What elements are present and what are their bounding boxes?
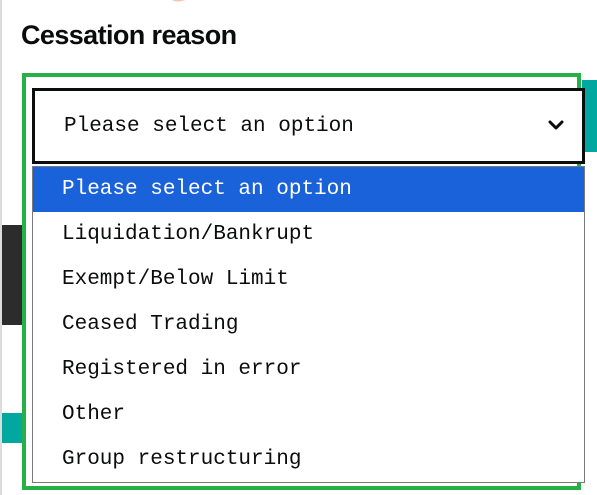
cessation-reason-select[interactable]: Please select an option bbox=[32, 88, 585, 164]
dropdown-option[interactable]: Please select an option bbox=[33, 167, 584, 212]
cessation-reason-label: Cessation reason bbox=[21, 20, 237, 50]
dropdown-option[interactable]: Exempt/Below Limit bbox=[33, 257, 584, 302]
chevron-down-icon bbox=[548, 120, 564, 130]
dropdown-option[interactable]: Group restructuring bbox=[33, 437, 584, 482]
background-accent-strip-left bbox=[2, 413, 22, 443]
dropdown-option[interactable]: Liquidation/Bankrupt bbox=[33, 212, 584, 257]
dropdown-option[interactable]: Registered in error bbox=[33, 347, 584, 392]
dropdown-option[interactable]: Ceased Trading bbox=[33, 302, 584, 347]
dropdown-option[interactable]: Other bbox=[33, 392, 584, 437]
annotation-scribble bbox=[163, 0, 375, 5]
dropdown-options-list: Please select an option Liquidation/Bank… bbox=[32, 166, 585, 483]
select-current-value: Please select an option bbox=[64, 114, 354, 138]
background-dark-strip bbox=[2, 225, 22, 325]
